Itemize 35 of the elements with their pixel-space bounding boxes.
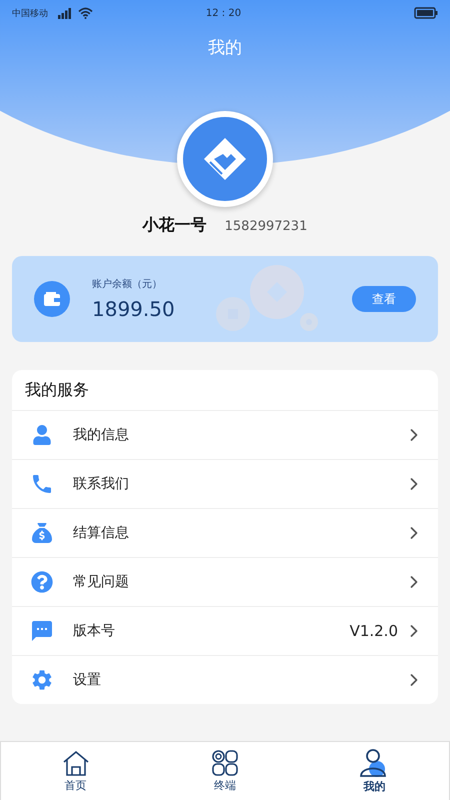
page-title: 我的 [207, 37, 243, 59]
question-icon [30, 571, 54, 593]
user-name: 小花一号 [142, 215, 207, 236]
settings-icon [30, 668, 54, 692]
tab[interactable]: 首页 [1, 742, 150, 800]
menu-item[interactable]: 设置 [12, 656, 438, 704]
grid-icon [210, 749, 239, 777]
balance-label: 账户余额（元） [92, 278, 163, 291]
wallet-icon [34, 281, 70, 317]
tab[interactable]: 终端 [150, 742, 300, 800]
message-icon [30, 619, 54, 643]
menu-label: 联系我们 [73, 475, 129, 493]
menu-label: 我的信息 [73, 426, 129, 444]
menu-item[interactable]: 版本号 V1.2.0 [12, 607, 438, 656]
carrier-name: 中国移动 [12, 8, 48, 20]
menu-label: 常见问题 [73, 573, 129, 591]
menu-label: 版本号 [73, 622, 115, 640]
telephone-icon [30, 472, 54, 496]
menu-label: 结算信息 [73, 524, 129, 542]
status-time: 12 : 20 [206, 8, 242, 18]
section-title: 我的服务 [12, 370, 438, 411]
balance-amount: 1899.50 [92, 297, 175, 321]
home-icon [62, 749, 90, 777]
signal-icon [58, 8, 71, 18]
wifi-icon [78, 7, 93, 19]
battery-icon [414, 7, 438, 19]
menu-item[interactable]: 常见问题 [12, 558, 438, 607]
menu-label: 设置 [73, 671, 101, 689]
tab[interactable]: 我的 [300, 742, 449, 800]
menu-item[interactable]: 我的信息 [12, 411, 438, 460]
version-number: V1.2.0 [350, 622, 398, 640]
phone-number: 1582997231 [224, 219, 308, 234]
menu-item[interactable]: 结算信息 [12, 509, 438, 558]
menu-item[interactable]: 联系我们 [12, 460, 438, 509]
money-bag-icon [30, 523, 54, 543]
